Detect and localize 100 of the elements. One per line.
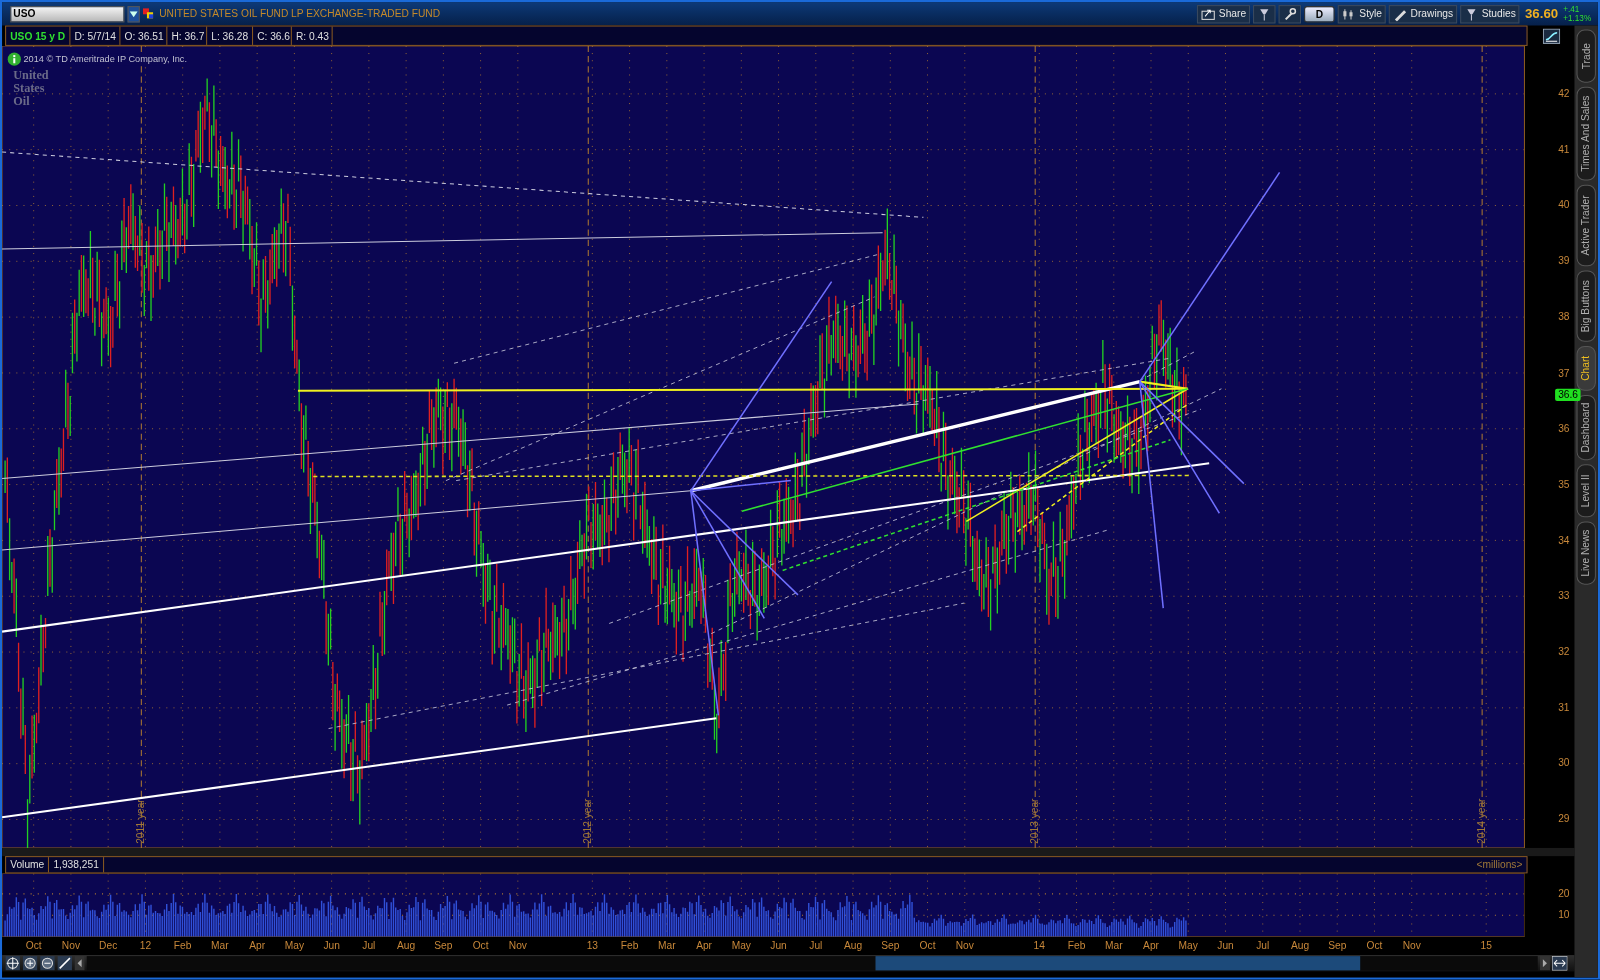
time-axis-label: Oct <box>919 939 936 953</box>
volume-axis-label: 20 <box>1558 887 1570 900</box>
year-label: 2014 year <box>1475 798 1488 844</box>
time-axis-label: Nov <box>508 939 527 953</box>
ohlc-value: C: 36.6 <box>253 26 292 45</box>
scroll-right-icon[interactable] <box>1539 956 1550 971</box>
price-axis-label: 35 <box>1558 478 1570 491</box>
symbol-field[interactable]: USO <box>10 5 125 22</box>
zoom-out-icon[interactable] <box>39 956 56 971</box>
panel-splitter[interactable] <box>2 847 1575 857</box>
caret-icon <box>129 10 138 17</box>
time-axis-label: Nov <box>955 939 974 953</box>
last-price: 36.60 <box>1524 4 1559 24</box>
time-axis-label: 13 <box>586 939 598 953</box>
volume-value: 1,938,251 <box>49 857 104 873</box>
side-tab[interactable]: Times And Sales <box>1576 86 1596 181</box>
studies-button[interactable]: Studies <box>1460 4 1520 23</box>
time-axis-label: Dec <box>99 939 118 953</box>
drawings-button[interactable]: Drawings <box>1389 4 1458 23</box>
dropdown-button[interactable] <box>127 5 140 22</box>
time-axis-label: Sep <box>434 939 453 953</box>
year-label: 2011 year <box>134 799 147 844</box>
time-axis-label: Jun <box>1217 939 1234 953</box>
time-axis-label: Sep <box>1328 939 1347 953</box>
time-axis-label: Apr <box>696 939 712 953</box>
scrollbar[interactable] <box>86 956 1538 971</box>
zoom-in-icon[interactable] <box>22 956 38 971</box>
logo-text: United States Oil <box>13 68 49 109</box>
side-tab[interactable]: Level II <box>1576 464 1596 518</box>
crosshair-icon[interactable] <box>5 956 21 971</box>
copyright-text: 2014 © TD Ameritrade IP Company, Inc. <box>23 53 187 66</box>
aggregation-button[interactable]: D <box>1304 5 1335 22</box>
wrench-tool-button[interactable] <box>1278 4 1302 23</box>
instrument-title: UNITED STATES OIL FUND LP EXCHANGE-TRADED FUND <box>159 7 440 22</box>
price-axis-label: 42 <box>1558 87 1570 100</box>
linked-squares-icon[interactable] <box>142 8 155 20</box>
info-icon[interactable] <box>7 52 22 67</box>
price-axis-label: 41 <box>1558 143 1570 156</box>
year-label: 2013 year <box>1028 798 1041 844</box>
ohlc-value: L: 36.28 <box>207 26 254 45</box>
time-axis-label: Apr <box>1143 939 1159 953</box>
fit-width-icon[interactable] <box>1552 956 1568 971</box>
line-tool-icon[interactable] <box>57 956 73 971</box>
time-axis-label: Feb <box>1067 939 1086 953</box>
time-axis-label: Jul <box>362 939 376 953</box>
price-axis-label: 34 <box>1558 534 1570 547</box>
ohlc-value: H: 36.7 <box>167 26 208 45</box>
time-axis-label: Oct <box>1366 939 1383 953</box>
side-tab[interactable]: Live News <box>1576 521 1596 585</box>
wrench-icon <box>1282 6 1298 21</box>
time-axis-label: Nov <box>1402 939 1421 953</box>
ohlc-value: D: 5/7/14 <box>70 26 121 45</box>
time-axis-label: Nov <box>61 939 80 953</box>
percent-change: +1.13% <box>1563 13 1593 23</box>
pin-tool-button[interactable] <box>1253 4 1276 23</box>
side-tab[interactable]: Big Buttons <box>1576 270 1596 342</box>
side-tab[interactable]: Active Trader <box>1576 184 1596 267</box>
time-axis-label: Mar <box>1104 939 1123 953</box>
scrollbar-thumb[interactable] <box>875 956 1361 971</box>
time-axis-label: Feb <box>173 939 192 953</box>
time-axis-label: 12 <box>139 939 152 953</box>
price-axis-label: 36 <box>1558 422 1570 435</box>
volume-label: Volume <box>6 857 50 873</box>
price-axis-label: 38 <box>1558 311 1570 324</box>
time-axis-label: Mar <box>658 939 676 953</box>
side-tab[interactable]: Chart <box>1576 345 1596 391</box>
price-axis-label: 32 <box>1558 645 1570 659</box>
price-axis-label: 33 <box>1558 590 1570 603</box>
line-style-icon[interactable] <box>1542 28 1560 44</box>
time-axis-label: Sep <box>881 939 900 953</box>
volume-axis-label: 10 <box>1558 909 1570 922</box>
side-tab[interactable]: Trade <box>1576 29 1596 83</box>
time-axis-label: Feb <box>620 939 639 953</box>
price-axis-label: 40 <box>1558 199 1570 212</box>
unit-label: <millions> <box>1475 858 1524 873</box>
scroll-left-icon[interactable] <box>74 956 85 971</box>
price-axis-label: 39 <box>1558 255 1570 268</box>
time-axis-label: Aug <box>843 939 863 953</box>
time-axis-label: Jun <box>770 939 787 953</box>
price-axis-label: 29 <box>1558 813 1570 826</box>
time-axis-label: Mar <box>211 939 229 953</box>
time-axis-label: Oct <box>25 939 42 953</box>
time-axis-label: May <box>284 939 305 953</box>
time-axis-label: Jul <box>1256 939 1270 953</box>
time-axis-label: 14 <box>1033 939 1045 953</box>
time-axis-label: Apr <box>249 939 266 953</box>
study-label: USO 15 y D <box>6 26 71 45</box>
price-change: +.41 <box>1563 4 1581 14</box>
ohlc-value: R: 0.43 <box>291 26 333 45</box>
time-axis-label: Aug <box>397 939 416 953</box>
ohlc-value: O: 36.51 <box>120 26 168 45</box>
time-axis-label: Oct <box>472 939 489 953</box>
share-button[interactable]: Share <box>1197 4 1251 23</box>
style-button[interactable]: Style <box>1337 4 1387 23</box>
year-label: 2012 year <box>581 798 594 844</box>
price-axis-label: 30 <box>1558 757 1570 770</box>
time-axis-label: Aug <box>1290 939 1310 953</box>
time-axis-label: May <box>1178 939 1198 953</box>
time-axis-label: Jun <box>323 939 340 953</box>
current-price-tag: 36.6 <box>1555 388 1582 401</box>
